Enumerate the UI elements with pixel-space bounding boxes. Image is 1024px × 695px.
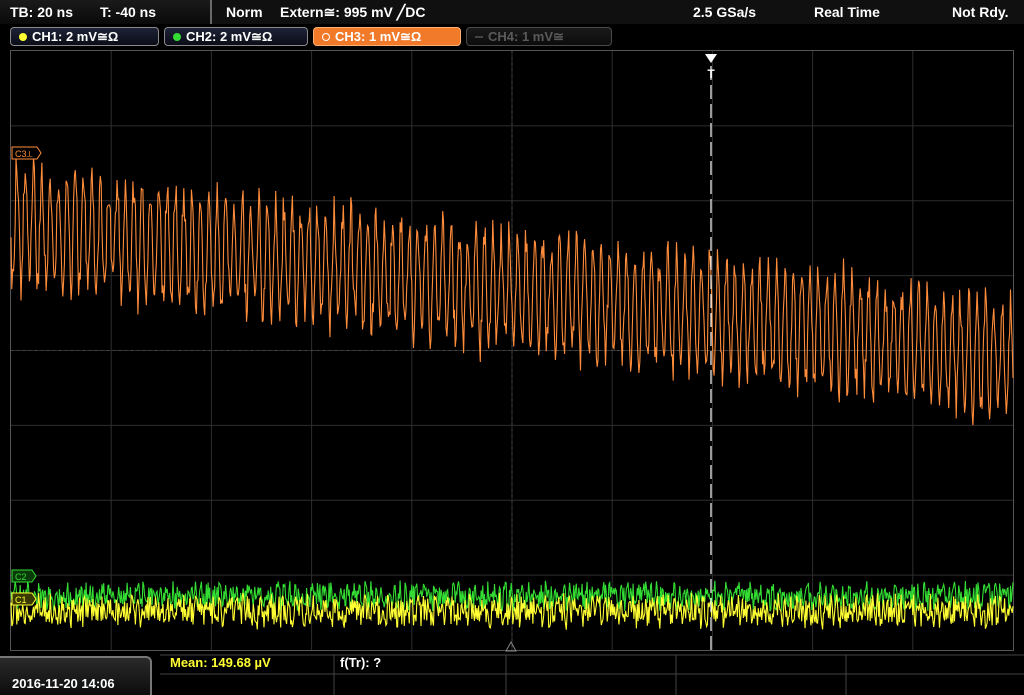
center-time-marker-icon <box>505 640 517 652</box>
mean-measurement[interactable]: Mean: 149.68 µV <box>170 655 271 670</box>
frequency-measurement[interactable]: f(Tr): ? <box>340 655 381 670</box>
channel-2-offset-label: C2 <box>15 572 27 582</box>
channel-1-offset-label: C1 <box>15 595 27 605</box>
trigger-marker-label: T <box>707 67 715 81</box>
date-time-label: 2016-11-20 14:06 <box>12 676 115 691</box>
waveform-svg: T C3⟂ C2 C1 <box>10 51 1024 695</box>
channel-3-offset-label: C3⟂ <box>15 149 33 159</box>
trigger-position-marker-icon[interactable] <box>705 54 717 63</box>
